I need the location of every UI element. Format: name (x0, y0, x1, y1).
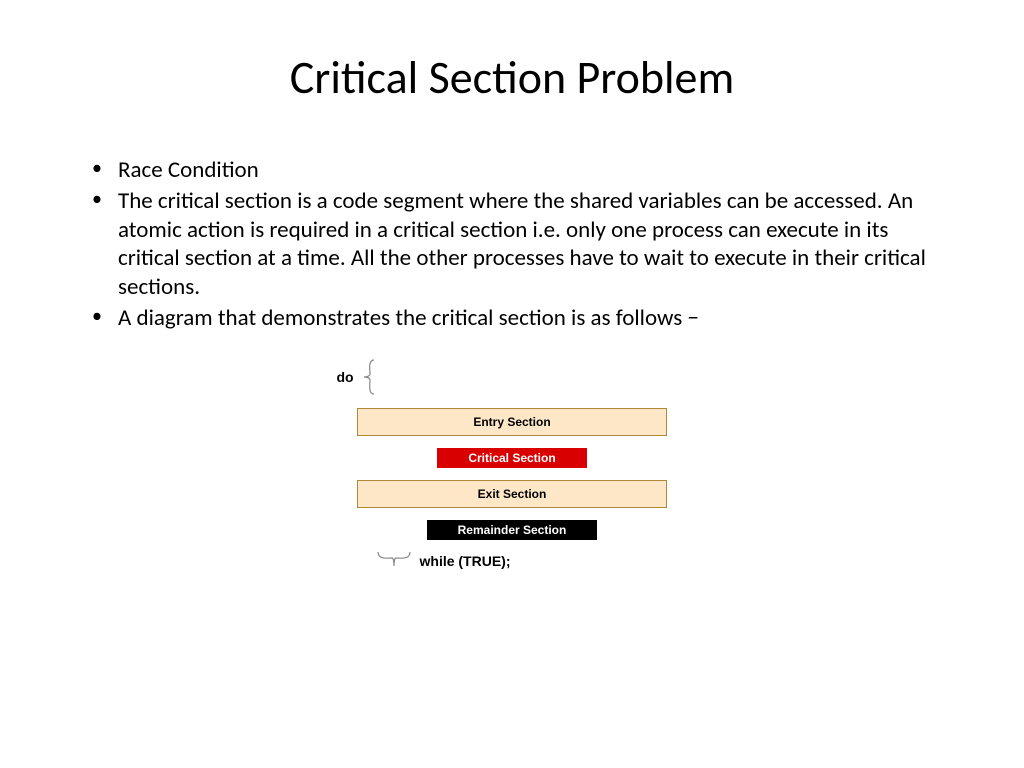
while-row: while (TRUE); (374, 548, 511, 574)
brace-close-icon (374, 548, 414, 574)
bullet-item: The critical section is a code segment w… (80, 187, 944, 302)
exit-section-box: Exit Section (357, 480, 667, 508)
do-row: do (336, 358, 377, 396)
critical-section-box: Critical Section (437, 448, 587, 468)
while-label: while (TRUE); (420, 553, 511, 569)
bullet-list: Race Condition The critical section is a… (80, 156, 944, 333)
slide: Critical Section Problem Race Condition … (0, 0, 1024, 768)
remainder-section-box: Remainder Section (427, 520, 597, 540)
bullet-item: A diagram that demonstrates the critical… (80, 304, 944, 333)
do-label: do (336, 369, 353, 385)
entry-section-box: Entry Section (357, 408, 667, 436)
critical-section-diagram: do Entry Section Critical Section Exit S… (80, 358, 944, 574)
bullet-item: Race Condition (80, 156, 944, 185)
brace-open-icon (360, 358, 378, 396)
slide-title: Critical Section Problem (80, 50, 944, 106)
